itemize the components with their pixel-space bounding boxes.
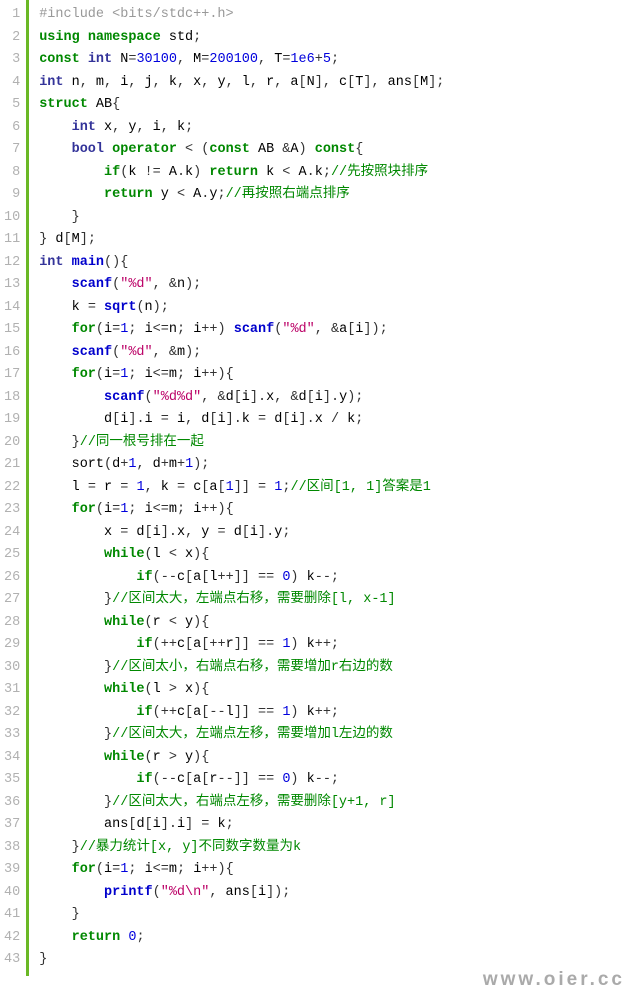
line-number: 41 xyxy=(4,904,20,927)
line-number: 37 xyxy=(4,814,20,837)
line-number: 39 xyxy=(4,859,20,882)
line-number: 43 xyxy=(4,949,20,972)
code-line: }//区间太大，右端点左移，需要删除[y+1, r] xyxy=(39,792,444,815)
line-number: 35 xyxy=(4,769,20,792)
line-number: 25 xyxy=(4,544,20,567)
code-line: scanf("%d", &m); xyxy=(39,342,444,365)
code-line: } xyxy=(39,949,444,972)
code-line: while(l < x){ xyxy=(39,544,444,567)
code-line: d[i].i = i, d[i].k = d[i].x / k; xyxy=(39,409,444,432)
code-line: for(i=1; i<=n; i++) scanf("%d", &a[i]); xyxy=(39,319,444,342)
code-line: scanf("%d%d", &d[i].x, &d[i].y); xyxy=(39,387,444,410)
line-number: 15 xyxy=(4,319,20,342)
line-number: 6 xyxy=(4,117,20,140)
line-number: 1 xyxy=(4,4,20,27)
code-line: ans[d[i].i] = k; xyxy=(39,814,444,837)
line-number: 7 xyxy=(4,139,20,162)
line-number: 36 xyxy=(4,792,20,815)
line-number: 26 xyxy=(4,567,20,590)
code-line: }//区间太大，左端点左移，需要增加l左边的数 xyxy=(39,724,444,747)
code-line: } xyxy=(39,207,444,230)
line-number-gutter: 1234567891011121314151617181920212223242… xyxy=(0,0,29,976)
line-number: 3 xyxy=(4,49,20,72)
code-body: #include <bits/stdc++.h>using namespace … xyxy=(29,0,444,976)
line-number: 2 xyxy=(4,27,20,50)
code-line: using namespace std; xyxy=(39,27,444,50)
line-number: 22 xyxy=(4,477,20,500)
code-line: sort(d+1, d+m+1); xyxy=(39,454,444,477)
code-line: struct AB{ xyxy=(39,94,444,117)
code-line: int n, m, i, j, k, x, y, l, r, a[N], c[T… xyxy=(39,72,444,95)
code-container: 1234567891011121314151617181920212223242… xyxy=(0,0,639,976)
code-line: while(r > y){ xyxy=(39,747,444,770)
code-line: int main(){ xyxy=(39,252,444,275)
line-number: 27 xyxy=(4,589,20,612)
line-number: 10 xyxy=(4,207,20,230)
line-number: 38 xyxy=(4,837,20,860)
line-number: 34 xyxy=(4,747,20,770)
line-number: 12 xyxy=(4,252,20,275)
line-number: 29 xyxy=(4,634,20,657)
code-line: while(r < y){ xyxy=(39,612,444,635)
line-number: 18 xyxy=(4,387,20,410)
line-number: 13 xyxy=(4,274,20,297)
line-number: 14 xyxy=(4,297,20,320)
line-number: 9 xyxy=(4,184,20,207)
code-line: const int N=30100, M=200100, T=1e6+5; xyxy=(39,49,444,72)
line-number: 21 xyxy=(4,454,20,477)
code-line: if(++c[a[++r]] == 1) k++; xyxy=(39,634,444,657)
code-line: #include <bits/stdc++.h> xyxy=(39,4,444,27)
line-number: 4 xyxy=(4,72,20,95)
code-line: return 0; xyxy=(39,927,444,950)
code-line: if(--c[a[l++]] == 0) k--; xyxy=(39,567,444,590)
code-line: if(--c[a[r--]] == 0) k--; xyxy=(39,769,444,792)
code-line: int x, y, i, k; xyxy=(39,117,444,140)
line-number: 33 xyxy=(4,724,20,747)
line-number: 20 xyxy=(4,432,20,455)
line-number: 42 xyxy=(4,927,20,950)
code-line: for(i=1; i<=m; i++){ xyxy=(39,499,444,522)
line-number: 16 xyxy=(4,342,20,365)
code-line: while(l > x){ xyxy=(39,679,444,702)
code-line: return y < A.y;//再按照右端点排序 xyxy=(39,184,444,207)
code-line: }//暴力统计[x, y]不同数字数量为k xyxy=(39,837,444,860)
code-line: }//同一根号排在一起 xyxy=(39,432,444,455)
line-number: 32 xyxy=(4,702,20,725)
line-number: 30 xyxy=(4,657,20,680)
code-line: }//区间太小，右端点右移，需要增加r右边的数 xyxy=(39,657,444,680)
line-number: 11 xyxy=(4,229,20,252)
code-line: bool operator < (const AB &A) const{ xyxy=(39,139,444,162)
code-line: for(i=1; i<=m; i++){ xyxy=(39,859,444,882)
code-line: for(i=1; i<=m; i++){ xyxy=(39,364,444,387)
line-number: 17 xyxy=(4,364,20,387)
line-number: 5 xyxy=(4,94,20,117)
line-number: 19 xyxy=(4,409,20,432)
code-line: x = d[i].x, y = d[i].y; xyxy=(39,522,444,545)
code-line: k = sqrt(n); xyxy=(39,297,444,320)
code-line: l = r = 1, k = c[a[1]] = 1;//区间[1, 1]答案是… xyxy=(39,477,444,500)
code-line: scanf("%d", &n); xyxy=(39,274,444,297)
line-number: 24 xyxy=(4,522,20,545)
code-line: } d[M]; xyxy=(39,229,444,252)
line-number: 28 xyxy=(4,612,20,635)
code-line: if(k != A.k) return k < A.k;//先按照块排序 xyxy=(39,162,444,185)
line-number: 31 xyxy=(4,679,20,702)
line-number: 23 xyxy=(4,499,20,522)
watermark: www.oier.cc xyxy=(483,969,625,991)
code-line: }//区间太大，左端点右移，需要删除[l, x-1] xyxy=(39,589,444,612)
code-line: if(++c[a[--l]] == 1) k++; xyxy=(39,702,444,725)
code-line: } xyxy=(39,904,444,927)
line-number: 8 xyxy=(4,162,20,185)
line-number: 40 xyxy=(4,882,20,905)
code-line: printf("%d\n", ans[i]); xyxy=(39,882,444,905)
